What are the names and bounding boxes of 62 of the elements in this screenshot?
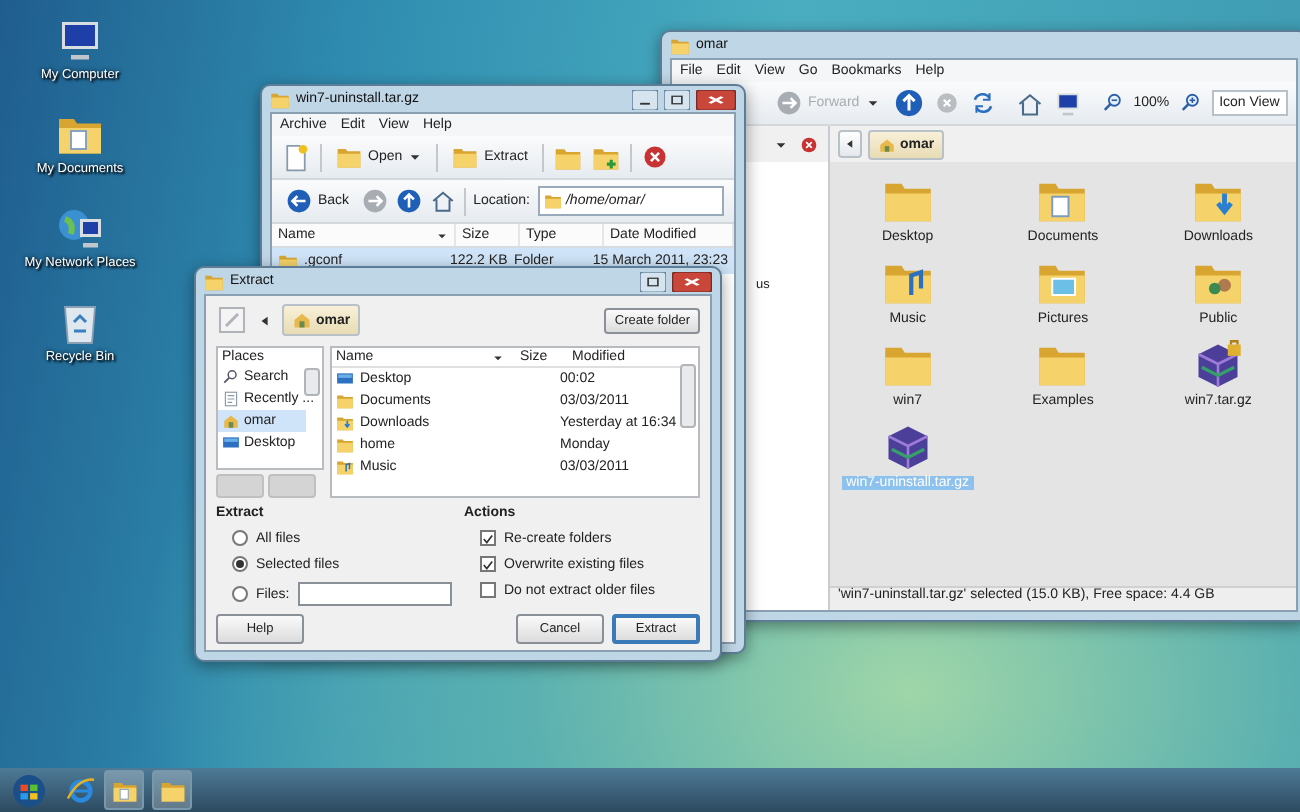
folder-icon	[270, 89, 290, 109]
add-files-icon[interactable]	[591, 143, 620, 171]
caret-icon[interactable]	[774, 137, 788, 151]
close-icon[interactable]	[672, 271, 712, 291]
computer-icon[interactable]	[56, 16, 104, 64]
folder-icon	[204, 271, 224, 291]
arrow-left-icon[interactable]	[258, 313, 272, 327]
caret-icon	[408, 150, 423, 164]
radio-button[interactable]	[232, 586, 248, 602]
taskbar-button[interactable]	[152, 770, 192, 810]
home-icon[interactable]	[1015, 89, 1044, 117]
folder-icon	[336, 458, 354, 476]
maximize-icon[interactable]	[664, 89, 690, 109]
zoom-out-icon[interactable]	[1101, 92, 1124, 114]
home-folder-icon	[222, 412, 240, 430]
arrow-left-icon	[286, 188, 312, 214]
network-icon[interactable]	[56, 204, 104, 252]
scrollbar[interactable]	[304, 368, 320, 396]
archive-icon[interactable]	[1192, 338, 1245, 390]
start-button-icon[interactable]	[12, 773, 46, 807]
arrow-icon	[776, 90, 802, 116]
checkbox[interactable]	[480, 582, 496, 598]
taskbar-button[interactable]	[104, 770, 144, 810]
computer-icon[interactable]	[1053, 89, 1082, 117]
checkbox[interactable]	[480, 530, 496, 546]
checkbox[interactable]	[480, 556, 496, 572]
folder-icon	[336, 414, 354, 432]
folder-icon	[159, 777, 185, 803]
folder-icon	[670, 35, 690, 55]
stop-icon[interactable]	[641, 144, 668, 170]
path-back-button[interactable]	[838, 130, 862, 158]
reload-icon[interactable]	[969, 90, 996, 116]
document-icon	[222, 390, 240, 408]
folder-icon	[543, 192, 562, 210]
up-icon[interactable]	[395, 188, 422, 214]
sort-icon	[436, 229, 448, 241]
minimize-icon[interactable]	[632, 89, 658, 109]
new-document-icon[interactable]	[282, 143, 310, 171]
search-icon	[222, 368, 240, 386]
caret-icon	[865, 96, 880, 110]
close-icon[interactable]	[696, 89, 736, 109]
sort-icon	[492, 351, 504, 363]
browser-icon[interactable]	[66, 775, 96, 805]
folder-icon	[336, 392, 354, 410]
desktop-icon	[336, 370, 354, 388]
home-icon[interactable]	[429, 188, 456, 214]
home-folder-icon	[878, 135, 896, 153]
radio-button[interactable]	[232, 530, 248, 546]
folder-icon	[452, 144, 479, 170]
scrollbar[interactable]	[680, 364, 697, 428]
arrow-left-icon	[844, 138, 856, 150]
folder-icon	[336, 144, 362, 170]
desktop-icon	[222, 434, 240, 452]
close-sidebar-icon[interactable]	[800, 135, 818, 153]
up-button-icon[interactable]	[893, 88, 924, 118]
folder-icon	[336, 436, 354, 454]
files-input-field[interactable]	[297, 582, 452, 606]
zoom-in-icon[interactable]	[1179, 92, 1202, 114]
radio-button[interactable]	[232, 556, 248, 572]
maximize-icon[interactable]	[640, 271, 666, 291]
folder-icon	[111, 777, 137, 803]
home-folder-icon	[292, 310, 312, 330]
